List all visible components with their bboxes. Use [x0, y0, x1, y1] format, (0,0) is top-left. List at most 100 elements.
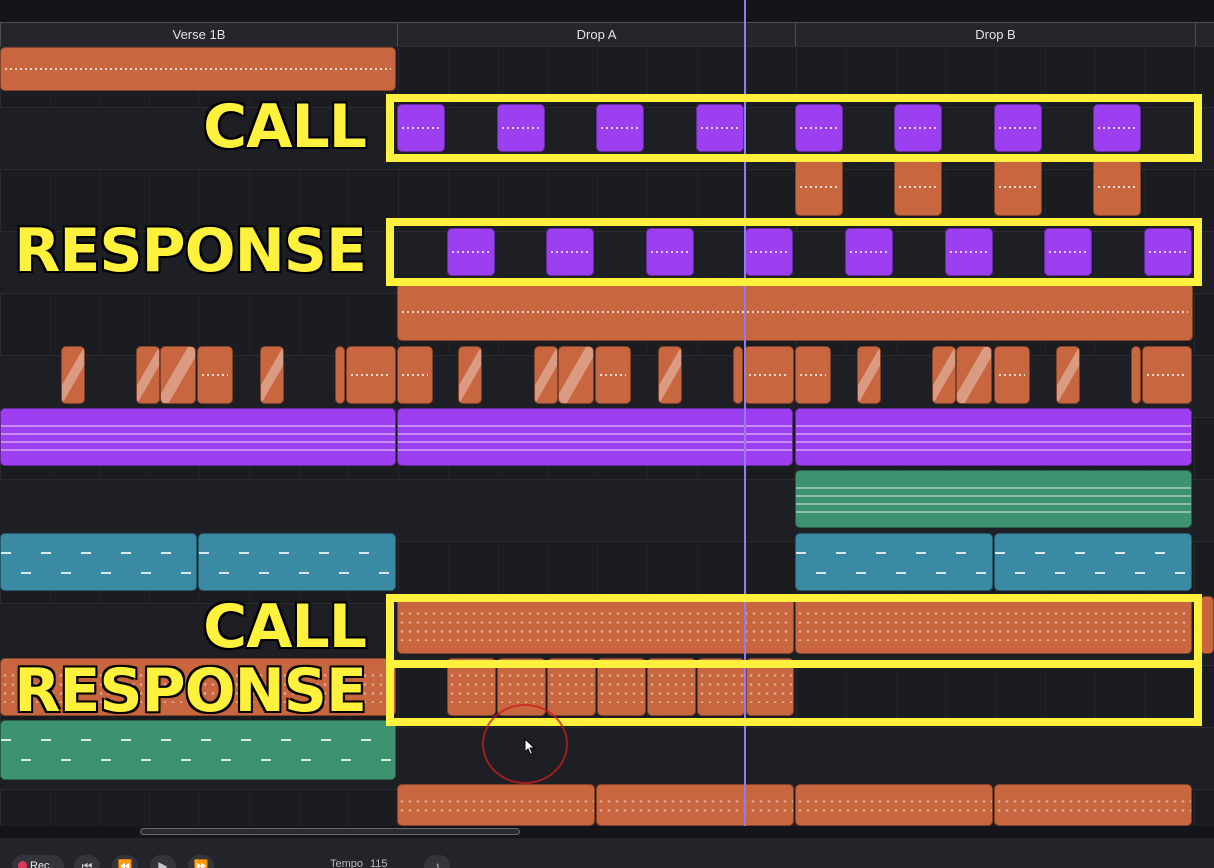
record-button[interactable]: Rec	[12, 855, 64, 868]
audio-clip-chop[interactable]	[136, 346, 160, 404]
record-label: Rec	[30, 860, 50, 868]
metronome-button[interactable]: ♪	[424, 855, 450, 868]
midi-clip[interactable]	[994, 533, 1192, 591]
rewind-button[interactable]: ⏪	[112, 855, 138, 868]
response-label: RESPONSE	[14, 656, 367, 726]
waveform	[402, 311, 1188, 313]
midi-clip[interactable]	[198, 533, 396, 591]
audio-clip-chop[interactable]	[994, 346, 1030, 404]
fast-forward-button[interactable]: ⏩	[188, 855, 214, 868]
midi-notes	[995, 552, 1191, 576]
call-highlight-box	[386, 94, 1202, 162]
call-highlight-box	[386, 594, 1202, 668]
audio-clip-chop[interactable]	[197, 346, 233, 404]
midi-clip[interactable]	[397, 784, 595, 826]
midi-clip[interactable]	[0, 720, 396, 780]
waveform	[1098, 186, 1136, 188]
audio-clip-chop[interactable]	[397, 346, 433, 404]
metronome-icon: ♪	[434, 859, 440, 868]
audio-clip-chop[interactable]	[335, 346, 345, 404]
audio-clip-chop[interactable]	[857, 346, 881, 404]
audio-clip-chop[interactable]	[458, 346, 482, 404]
fade-overlay	[933, 347, 955, 403]
midi-clip[interactable]	[1200, 596, 1214, 654]
midi-clip[interactable]	[0, 408, 396, 466]
fade-overlay	[858, 347, 880, 403]
waveform	[999, 186, 1037, 188]
fast-forward-icon: ⏩	[193, 859, 209, 868]
waveform	[351, 374, 391, 376]
waveform	[402, 374, 428, 376]
rewind-icon: ⏪	[117, 859, 133, 868]
midi-clip[interactable]	[596, 784, 794, 826]
call-label: CALL	[203, 592, 367, 662]
section-next[interactable]	[1195, 22, 1214, 46]
waveform	[5, 68, 391, 70]
midi-notes	[1, 552, 196, 576]
audio-clip[interactable]	[397, 283, 1193, 341]
audio-clip[interactable]	[795, 158, 843, 216]
fade-overlay	[559, 347, 593, 403]
audio-clip[interactable]	[894, 158, 942, 216]
midi-clip[interactable]	[397, 408, 793, 466]
midi-clip[interactable]	[795, 533, 993, 591]
scrollbar-thumb[interactable]	[140, 828, 520, 835]
audio-clip-chop[interactable]	[658, 346, 682, 404]
waveform	[202, 374, 228, 376]
section-drop-a[interactable]: Drop A	[397, 22, 795, 46]
fade-overlay	[62, 347, 84, 403]
section-verse-1b[interactable]: Verse 1B	[0, 22, 397, 46]
fade-overlay	[261, 347, 283, 403]
midi-clip[interactable]	[795, 470, 1192, 528]
midi-clip[interactable]	[795, 784, 993, 826]
audio-clip-chop[interactable]	[795, 346, 831, 404]
play-icon: ▶	[158, 859, 168, 868]
audio-clip-chop[interactable]	[744, 346, 794, 404]
audio-clip-chop[interactable]	[932, 346, 956, 404]
audio-clip-chop[interactable]	[733, 346, 743, 404]
transport-bar: Rec ⏮ ⏪ ▶ ⏩ Tempo 115 ♪	[0, 838, 1214, 868]
audio-clip-chop[interactable]	[346, 346, 396, 404]
midi-notes	[796, 552, 992, 576]
midi-clip[interactable]	[0, 533, 197, 591]
audio-clip-chop[interactable]	[260, 346, 284, 404]
midi-clip[interactable]	[994, 784, 1192, 826]
midi-notes	[199, 552, 395, 576]
audio-clip-chop[interactable]	[595, 346, 631, 404]
audio-clip-chop[interactable]	[1056, 346, 1080, 404]
audio-clip-chop[interactable]	[1131, 346, 1141, 404]
section-ruler: Verse 1B Drop A Drop B	[0, 22, 1214, 47]
response-highlight-box	[386, 218, 1202, 286]
skip-back-button[interactable]: ⏮	[74, 855, 100, 868]
fade-overlay	[459, 347, 481, 403]
waveform	[749, 374, 789, 376]
fade-overlay	[137, 347, 159, 403]
tempo-prefix: Tempo	[330, 858, 364, 868]
tempo-value[interactable]: 115	[370, 858, 388, 868]
waveform	[800, 374, 826, 376]
midi-notes	[796, 419, 1191, 455]
audio-clip-chop[interactable]	[558, 346, 594, 404]
top-band	[0, 0, 1214, 22]
audio-clip-chop[interactable]	[160, 346, 196, 404]
fade-overlay	[161, 347, 195, 403]
midi-notes	[398, 419, 792, 455]
fade-overlay	[659, 347, 681, 403]
audio-clip[interactable]	[994, 158, 1042, 216]
arrangement-view[interactable]: Verse 1B Drop A Drop B CALL RESPONSE CAL…	[0, 0, 1214, 868]
mouse-cursor-icon	[524, 738, 536, 756]
horizontal-scrollbar[interactable]	[0, 826, 1214, 838]
audio-clip-chop[interactable]	[534, 346, 558, 404]
audio-clip-chop[interactable]	[1142, 346, 1192, 404]
play-button[interactable]: ▶	[150, 855, 176, 868]
fade-overlay	[535, 347, 557, 403]
audio-clip-chop[interactable]	[61, 346, 85, 404]
audio-clip-chop[interactable]	[956, 346, 992, 404]
section-drop-b[interactable]: Drop B	[795, 22, 1195, 46]
midi-notes	[1, 419, 395, 455]
audio-clip[interactable]	[1093, 158, 1141, 216]
fade-overlay	[957, 347, 991, 403]
midi-clip[interactable]	[795, 408, 1192, 466]
waveform	[999, 374, 1025, 376]
audio-clip[interactable]	[0, 47, 396, 91]
